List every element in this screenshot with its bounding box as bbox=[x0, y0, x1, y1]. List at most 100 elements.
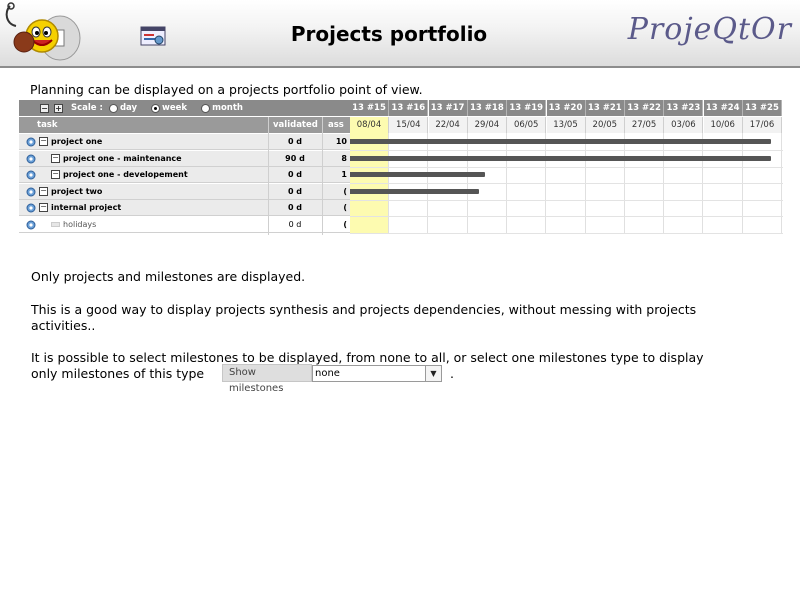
column-task: task bbox=[37, 120, 58, 130]
task-assigned: 1 bbox=[341, 170, 347, 179]
task-name: project one - maintenance bbox=[63, 153, 182, 163]
week-header: 13 #25 bbox=[743, 100, 782, 116]
scale-label: Scale : bbox=[71, 103, 103, 113]
row-gridline bbox=[350, 166, 783, 168]
gear-icon[interactable] bbox=[26, 203, 36, 213]
column-divider bbox=[322, 117, 323, 235]
task-assigned: ( bbox=[343, 203, 347, 212]
task-name: project two bbox=[51, 186, 103, 196]
gantt-bar[interactable] bbox=[350, 188, 479, 194]
row-gridline bbox=[350, 232, 783, 234]
task-validated: 90 d bbox=[285, 153, 305, 163]
gantt-bar[interactable] bbox=[350, 155, 771, 161]
show-milestones-value: none bbox=[315, 368, 340, 379]
task-row[interactable]: − project two 0 d ( bbox=[19, 183, 350, 200]
date-header: 17/06 bbox=[743, 117, 782, 133]
show-milestones-label: Show milestones bbox=[222, 364, 312, 394]
task-name: internal project bbox=[51, 203, 122, 212]
brand-logo-text: ProjeQtOr bbox=[627, 12, 792, 47]
scale-radio-day[interactable] bbox=[108, 103, 118, 113]
text-milestone-select-line1: It is possible to select milestones to b… bbox=[31, 350, 704, 365]
week-header: 13 #19 bbox=[507, 100, 547, 116]
week-header: 13 #21 bbox=[585, 100, 625, 116]
row-gridline bbox=[350, 199, 783, 201]
task-assigned: 10 bbox=[335, 137, 347, 146]
activity-icon bbox=[51, 221, 60, 227]
row-gridline bbox=[350, 150, 783, 151]
scale-option-month: month bbox=[212, 103, 243, 113]
task-assigned: ( bbox=[343, 219, 347, 229]
task-assigned: 8 bbox=[341, 153, 347, 163]
gantt-bar[interactable] bbox=[350, 172, 485, 177]
text-milestone-select-line2: only milestones of this type bbox=[31, 366, 205, 381]
gear-icon[interactable] bbox=[26, 220, 36, 230]
week-header: 13 #16 bbox=[389, 100, 429, 116]
scale-radio-month[interactable] bbox=[201, 103, 211, 113]
collapse-icon[interactable]: − bbox=[39, 137, 48, 146]
row-gridline bbox=[350, 216, 783, 217]
week-header: 13 #23 bbox=[664, 100, 704, 116]
week-header: 13 #18 bbox=[467, 100, 507, 116]
gantt-chart: − + Scale : day week month task validate… bbox=[19, 100, 783, 235]
text-synthesis-line1: This is a good way to display projects s… bbox=[31, 302, 697, 317]
gear-icon[interactable] bbox=[26, 170, 36, 180]
week-header: 13 #22 bbox=[625, 100, 665, 116]
task-name: holidays bbox=[63, 219, 97, 229]
date-header: 06/05 bbox=[507, 117, 547, 133]
scale-bar: − + Scale : day week month bbox=[19, 100, 350, 116]
gantt-timeline: 13 #15 08/04 13 #16 15/04 13 #17 22/04 13 #18 2… bbox=[350, 100, 783, 235]
gear-icon[interactable] bbox=[26, 187, 36, 197]
gantt-bar[interactable] bbox=[350, 139, 771, 144]
chevron-down-icon[interactable]: ▼ bbox=[425, 366, 441, 381]
date-header: 15/04 bbox=[389, 117, 429, 133]
column-header: task validated ass bbox=[19, 117, 350, 133]
task-row[interactable]: holidays 0 d ( bbox=[19, 217, 350, 233]
task-validated: 0 d bbox=[287, 170, 303, 179]
week-header: 13 #15 bbox=[350, 100, 389, 116]
task-row[interactable]: − project one - developement 0 d 1 bbox=[19, 167, 350, 183]
show-milestones-select[interactable]: none ▼ bbox=[312, 365, 442, 382]
week-header: 13 #17 bbox=[428, 100, 468, 116]
collapse-icon[interactable]: − bbox=[39, 203, 48, 212]
gear-icon[interactable] bbox=[26, 137, 36, 147]
collapse-icon[interactable]: − bbox=[51, 153, 60, 163]
task-name: project one - developement bbox=[63, 170, 188, 179]
task-validated: 0 d bbox=[288, 219, 302, 229]
date-header: 22/04 bbox=[428, 117, 468, 133]
date-header: 29/04 bbox=[467, 117, 507, 133]
text-period: . bbox=[450, 366, 454, 381]
date-header: 03/06 bbox=[664, 117, 704, 133]
date-header: 27/05 bbox=[625, 117, 665, 133]
scale-radio-week[interactable] bbox=[151, 103, 161, 113]
collapse-all-icon[interactable]: − bbox=[40, 103, 49, 113]
task-row[interactable]: − internal project 0 d ( bbox=[19, 200, 350, 216]
column-validated: validated bbox=[273, 120, 318, 130]
task-row[interactable]: − project one - maintenance 90 d 8 bbox=[19, 150, 350, 167]
task-row[interactable]: − project one 0 d 10 bbox=[19, 134, 350, 150]
date-header: 13/05 bbox=[546, 117, 586, 133]
header: Projects portfolio ProjeQtOr bbox=[0, 0, 800, 68]
text-projects-milestones: Only projects and milestones are display… bbox=[31, 269, 306, 284]
week-header: 13 #24 bbox=[703, 100, 743, 116]
collapse-icon[interactable]: − bbox=[39, 186, 48, 196]
expand-all-icon[interactable]: + bbox=[54, 103, 63, 113]
date-header: 20/05 bbox=[585, 117, 625, 133]
task-validated: 0 d bbox=[287, 186, 303, 196]
task-name: project one bbox=[51, 137, 103, 146]
date-header: 10/06 bbox=[703, 117, 743, 133]
scale-option-week: week bbox=[162, 103, 188, 113]
task-validated: 0 d bbox=[287, 137, 303, 146]
text-synthesis-line2: activities.. bbox=[31, 318, 96, 333]
row-gridline bbox=[350, 183, 783, 184]
intro-text: Planning can be displayed on a projects … bbox=[30, 82, 423, 97]
scale-option-day: day bbox=[119, 103, 138, 113]
task-validated: 0 d bbox=[287, 203, 303, 212]
collapse-icon[interactable]: − bbox=[51, 170, 60, 179]
column-assigned: ass bbox=[328, 120, 344, 130]
gantt-task-list: − + Scale : day week month task validate… bbox=[19, 100, 350, 235]
gear-icon[interactable] bbox=[26, 154, 36, 164]
task-assigned: ( bbox=[343, 186, 347, 196]
week-header: 13 #20 bbox=[546, 100, 586, 116]
date-header: 08/04 bbox=[350, 117, 389, 133]
column-divider bbox=[268, 117, 269, 235]
